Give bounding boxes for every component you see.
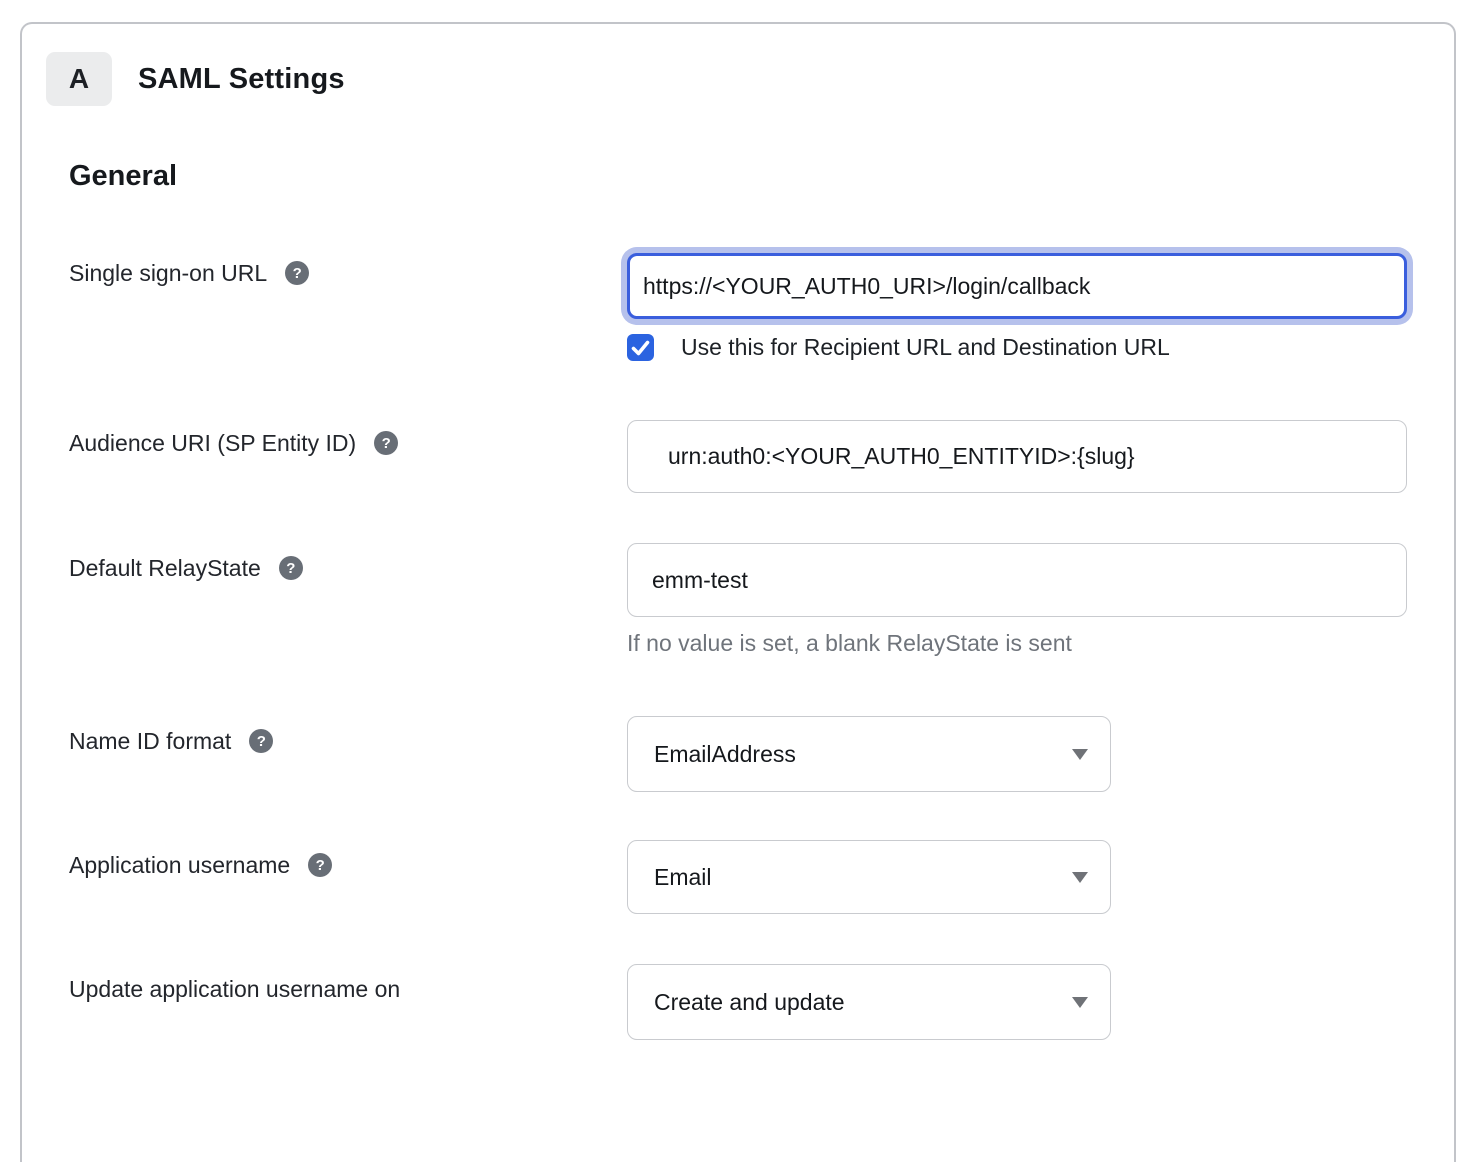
checkmark-icon [627,334,654,361]
label-col: Name ID format ? [69,716,627,792]
control-col [627,420,1454,493]
help-icon[interactable]: ? [279,556,303,580]
label-col: Audience URI (SP Entity ID) ? [69,420,627,493]
name-id-format-select[interactable]: EmailAddress [627,716,1111,792]
row-name-id-format: Name ID format ? EmailAddress [22,716,1454,792]
update-application-username-select[interactable]: Create and update [627,964,1111,1040]
label-col: Application username ? [69,840,627,914]
control-col: If no value is set, a blank RelayState i… [627,543,1454,657]
recipient-url-checkbox-label[interactable]: Use this for Recipient URL and Destinati… [681,334,1170,361]
help-icon[interactable]: ? [285,261,309,285]
row-single-sign-on-url: Single sign-on URL ? Use this for Recipi… [22,253,1454,361]
label-col: Update application username on [69,964,627,1040]
row-default-relaystate: Default RelayState ? If no value is set,… [22,543,1454,657]
help-icon[interactable]: ? [374,431,398,455]
name-id-format-label: Name ID format [69,727,231,755]
default-relaystate-label: Default RelayState [69,554,261,582]
dropdown-arrow-icon [1072,872,1088,883]
help-icon[interactable]: ? [308,853,332,877]
audience-uri-label: Audience URI (SP Entity ID) [69,429,356,457]
application-username-select[interactable]: Email [627,840,1111,914]
name-id-format-selected-value: EmailAddress [654,741,796,768]
label-col: Single sign-on URL ? [69,253,627,361]
update-application-username-label: Update application username on [69,975,400,1003]
dropdown-arrow-icon [1072,749,1088,760]
update-application-username-selected-value: Create and update [654,989,845,1016]
saml-settings-panel: A SAML Settings General Single sign-on U… [20,22,1456,1162]
step-badge: A [46,52,112,106]
control-col: Email [627,840,1454,914]
row-audience-uri: Audience URI (SP Entity ID) ? [22,420,1454,493]
recipient-url-checkbox-row: Use this for Recipient URL and Destinati… [627,334,1454,361]
use-for-recipient-and-destination-checkbox[interactable] [627,334,654,361]
panel-header: A SAML Settings [22,52,1454,106]
control-col: EmailAddress [627,716,1454,792]
page-title: SAML Settings [138,63,345,96]
control-col: Use this for Recipient URL and Destinati… [627,253,1454,361]
default-relaystate-input[interactable] [627,543,1407,617]
single-sign-on-url-label: Single sign-on URL [69,259,267,287]
section-heading-general: General [22,160,1454,193]
control-col: Create and update [627,964,1454,1040]
row-update-application-username: Update application username on Create an… [22,964,1454,1040]
application-username-selected-value: Email [654,864,712,891]
help-icon[interactable]: ? [249,729,273,753]
dropdown-arrow-icon [1072,997,1088,1008]
single-sign-on-url-input[interactable] [627,253,1407,319]
label-col: Default RelayState ? [69,543,627,657]
row-application-username: Application username ? Email [22,840,1454,914]
relaystate-hint-text: If no value is set, a blank RelayState i… [627,630,1454,657]
application-username-label: Application username [69,851,290,879]
audience-uri-input[interactable] [627,420,1407,493]
